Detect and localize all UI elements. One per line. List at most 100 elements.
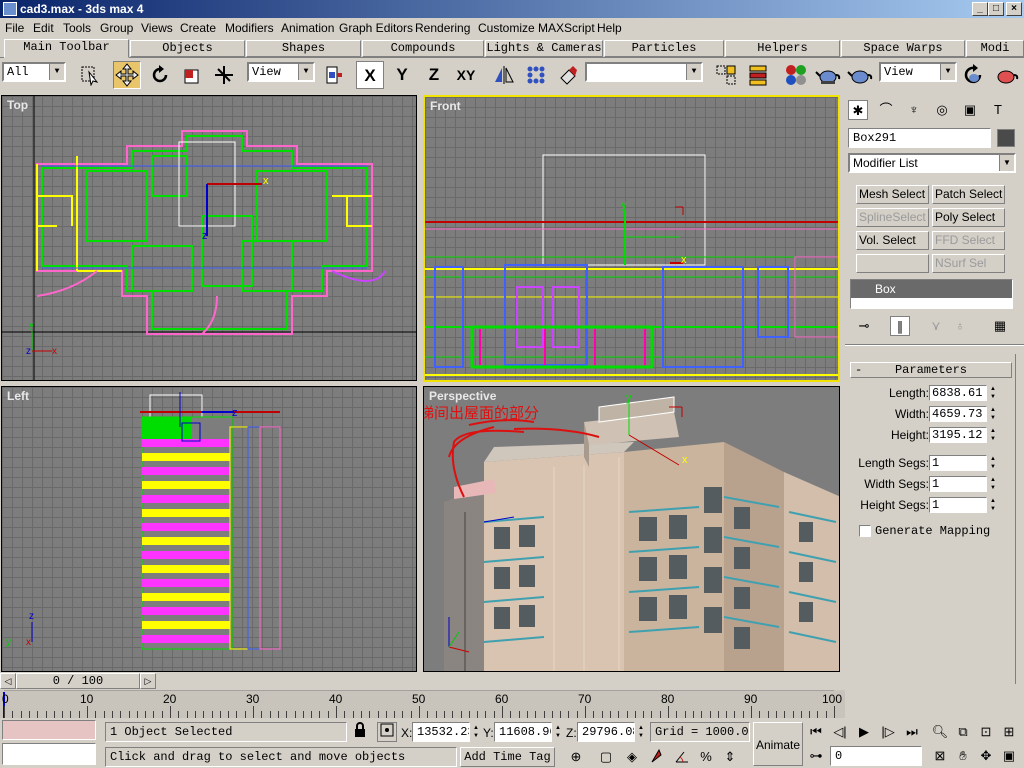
ffd-select-button[interactable]: FFD Select	[932, 231, 1005, 250]
width-segs-spinner-arrows[interactable]: ▲ ▼	[988, 476, 998, 492]
rotate-icon[interactable]	[146, 61, 174, 89]
animate-button[interactable]: Animate	[753, 722, 803, 766]
array-icon[interactable]	[522, 61, 550, 89]
maximize-button[interactable]: □	[988, 2, 1004, 16]
time-slider-prev-button[interactable]: ◁	[0, 673, 16, 689]
pin-stack-icon[interactable]: ⊸	[854, 316, 874, 336]
schematic-view-icon[interactable]	[744, 61, 772, 89]
parameters-rollout-header[interactable]: - Parameters	[850, 362, 1012, 378]
tab-main-toolbar[interactable]: Main Toolbar	[4, 39, 129, 58]
length-segs-spinner-arrows[interactable]: ▲ ▼	[988, 455, 998, 471]
menu-modifiers[interactable]: Modifiers	[225, 21, 274, 35]
menu-group[interactable]: Group	[100, 21, 133, 35]
app-icon[interactable]	[3, 2, 17, 16]
axis-xy-button[interactable]: XY	[452, 61, 480, 89]
pan-icon[interactable]: ✋︎	[953, 746, 973, 766]
angle-snap-icon[interactable]	[672, 747, 692, 767]
material-editor-icon[interactable]	[782, 61, 810, 89]
width-spinner-arrows[interactable]: ▲ ▼	[988, 406, 998, 422]
select-region-icon[interactable]	[76, 61, 104, 89]
menu-graph-editors[interactable]: Graph Editors	[339, 21, 413, 35]
empty-modifier-button[interactable]	[856, 254, 929, 273]
close-button[interactable]: ×	[1006, 2, 1022, 16]
show-end-result-icon[interactable]: ∥	[890, 316, 910, 336]
object-color-swatch[interactable]	[997, 129, 1015, 147]
selection-lock-toggle-icon[interactable]: ⊕	[566, 747, 586, 767]
pivot-center-icon[interactable]	[320, 61, 348, 89]
time-slider-thumb[interactable]: 0 / 100	[16, 673, 140, 689]
minimize-button[interactable]: _	[972, 2, 988, 16]
move-icon[interactable]	[113, 61, 141, 89]
nsurf-sel-button[interactable]: NSurf Sel	[932, 254, 1005, 273]
width-spinner[interactable]: 4659.73	[929, 406, 987, 422]
panel-scrollbar[interactable]	[1015, 354, 1022, 684]
menu-file[interactable]: File	[5, 21, 24, 35]
trackbar[interactable]: 0 10 20 30 40 50 60 70 80 90 100	[0, 689, 845, 718]
zoom-extents-icon[interactable]: ⊡	[976, 722, 996, 742]
height-spinner-arrows[interactable]: ▲ ▼	[988, 427, 998, 443]
hierarchy-tab-icon[interactable]: ♆	[904, 100, 924, 120]
menu-views[interactable]: Views	[141, 21, 173, 35]
y-coordinate-field[interactable]: 11608.96	[494, 722, 552, 742]
time-slider-next-button[interactable]: ▷	[140, 673, 156, 689]
height-spinner[interactable]: 3195.12	[929, 427, 987, 443]
snap-toggle-icon[interactable]	[648, 747, 668, 767]
create-tab-icon[interactable]: ✱	[848, 100, 868, 120]
play-icon[interactable]: ▶	[854, 722, 874, 742]
tab-space-warps[interactable]: Space Warps	[841, 40, 965, 57]
length-spinner[interactable]: 6838.61	[929, 385, 987, 401]
tab-modifiers[interactable]: Modi	[966, 40, 1024, 57]
width-segs-spinner[interactable]: 1	[929, 476, 987, 492]
viewport-left[interactable]: z z y x Left	[1, 386, 417, 672]
display-tab-icon[interactable]: ▣	[960, 100, 980, 120]
menu-rendering[interactable]: Rendering	[415, 21, 470, 35]
menu-customize[interactable]: Customize	[478, 21, 535, 35]
previous-frame-icon[interactable]: ◁|	[830, 722, 850, 742]
scale-icon[interactable]	[178, 61, 206, 89]
spline-select-button[interactable]: SplineSelect	[856, 208, 929, 227]
tab-helpers[interactable]: Helpers	[725, 40, 840, 57]
current-frame-field[interactable]: 0	[830, 746, 922, 766]
generate-mapping-checkbox[interactable]	[859, 525, 871, 537]
object-name-field[interactable]: Box291	[848, 128, 991, 148]
x-coordinate-field[interactable]: 13532.23	[412, 722, 470, 742]
zoom-extents-all-icon[interactable]: ⊞	[999, 722, 1019, 742]
tab-shapes[interactable]: Shapes	[246, 40, 361, 57]
menu-create[interactable]: Create	[180, 21, 216, 35]
viewport-front-label[interactable]: Front	[430, 99, 461, 113]
modifier-stack[interactable]: Box	[850, 279, 1013, 309]
align-icon[interactable]	[554, 61, 582, 89]
axis-y-button[interactable]: Y	[388, 61, 416, 89]
axis-z-button[interactable]: Z	[420, 61, 448, 89]
active-shade-icon[interactable]	[992, 61, 1020, 89]
quick-render-icon[interactable]	[846, 61, 874, 89]
make-unique-icon[interactable]: ⋎	[926, 316, 946, 336]
viewport-front[interactable]: y x Front	[423, 95, 840, 382]
cube-icon[interactable]: ◈	[622, 747, 642, 767]
next-frame-icon[interactable]: |▷	[878, 722, 898, 742]
viewport-perspective[interactable]: y x Perspective 建立女儿墙和楼梯间出屋面的部分	[423, 386, 840, 672]
zoom-icon[interactable]: 🔍︎	[930, 722, 950, 742]
selection-filter-dropdown[interactable]: All ▼	[2, 62, 66, 82]
render-last-icon[interactable]	[960, 61, 988, 89]
ref-coord-dropdown[interactable]: View ▼	[247, 62, 315, 82]
maximize-viewport-icon[interactable]: ▣	[999, 746, 1019, 766]
length-spinner-arrows[interactable]: ▲ ▼	[988, 385, 998, 401]
height-segs-spinner[interactable]: 1	[929, 497, 987, 513]
render-type-dropdown[interactable]: View ▼	[879, 62, 957, 82]
y-coordinate-spinner[interactable]: ▲ ▼	[553, 724, 563, 740]
lock-selection-icon[interactable]	[350, 722, 370, 742]
rollout-toggle[interactable]: -	[855, 363, 862, 377]
maxscript-listener-mini[interactable]	[2, 720, 96, 740]
menu-maxscript[interactable]: MAXScript	[538, 21, 595, 35]
axis-x-button[interactable]: X	[356, 61, 384, 89]
menu-animation[interactable]: Animation	[281, 21, 334, 35]
poly-select-button[interactable]: Poly Select	[932, 208, 1005, 227]
menu-help[interactable]: Help	[597, 21, 622, 35]
configure-sets-icon[interactable]: ▦	[990, 316, 1010, 336]
degradation-override-icon[interactable]: ▢	[596, 747, 616, 767]
region-zoom-icon[interactable]: ⊠	[930, 746, 950, 766]
vol-select-button[interactable]: Vol. Select	[856, 231, 929, 250]
percent-snap-icon[interactable]: %	[696, 747, 716, 767]
stack-item-box[interactable]: Box	[851, 280, 1012, 298]
